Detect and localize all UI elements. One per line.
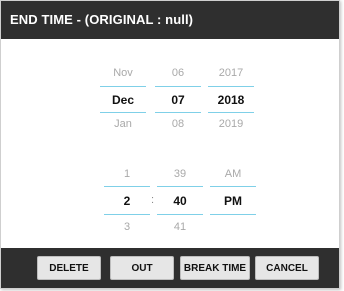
year-selected[interactable]: 2018 [208,93,254,107]
day-next[interactable]: 08 [155,118,201,130]
year-picker[interactable]: 2017 2018 2019 [208,63,254,131]
month-picker[interactable]: Nov Dec Jan [100,63,146,131]
minute-prev[interactable]: 39 [157,168,203,180]
minute-next[interactable]: 41 [157,221,203,233]
year-prev[interactable]: 2017 [208,67,254,79]
hour-prev[interactable]: 1 [104,168,150,180]
minute-selected[interactable]: 40 [157,194,203,208]
dialog-title: END TIME - (ORIGINAL : null) [1,1,339,39]
ampm-prev[interactable]: AM [210,168,256,180]
minute-picker[interactable]: 39 40 41 [157,165,203,233]
minute-rule-top [157,186,203,187]
ampm-picker[interactable]: AM PM [210,165,256,233]
year-next[interactable]: 2019 [208,118,254,130]
dialog-button-bar: DELETE OUT BREAK TIME CANCEL [1,248,339,288]
year-rule-bottom [208,112,254,113]
ampm-rule-bottom [210,214,256,215]
delete-button[interactable]: DELETE [37,256,101,280]
day-prev[interactable]: 06 [155,67,201,79]
hour-rule-bottom [104,214,150,215]
month-selected[interactable]: Dec [100,93,146,107]
ampm-rule-top [210,186,256,187]
time-separator: : [151,194,155,206]
month-prev[interactable]: Nov [100,67,146,79]
month-rule-top [100,86,146,87]
hour-picker[interactable]: 1 2 3 [104,165,150,233]
out-button[interactable]: OUT [110,256,174,280]
month-rule-bottom [100,112,146,113]
year-rule-top [208,86,254,87]
break-time-button[interactable]: BREAK TIME [180,256,250,280]
cancel-button[interactable]: CANCEL [255,256,319,280]
hour-rule-top [104,186,150,187]
end-time-dialog: END TIME - (ORIGINAL : null) Nov Dec Jan… [0,0,340,289]
hour-next[interactable]: 3 [104,221,150,233]
minute-rule-bottom [157,214,203,215]
ampm-selected[interactable]: PM [210,194,256,208]
hour-selected[interactable]: 2 [104,194,150,208]
day-selected[interactable]: 07 [155,93,201,107]
day-rule-top [155,86,201,87]
day-picker[interactable]: 06 07 08 [155,63,201,131]
day-rule-bottom [155,112,201,113]
month-next[interactable]: Jan [100,118,146,130]
